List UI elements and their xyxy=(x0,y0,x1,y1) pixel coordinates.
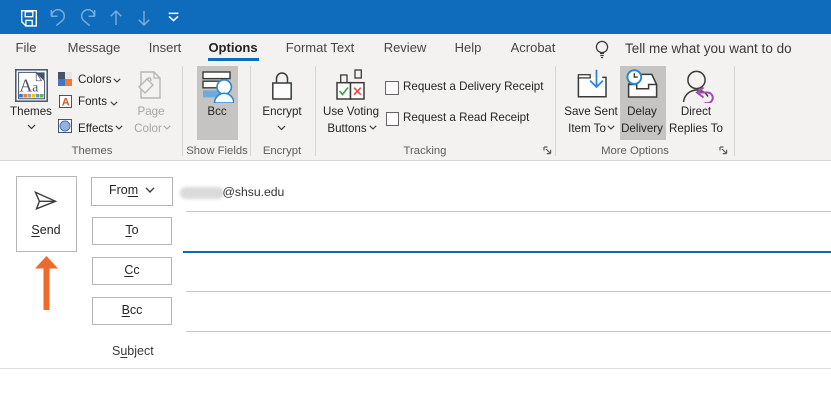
svg-text:A: A xyxy=(19,75,32,95)
svg-text:a: a xyxy=(32,79,38,94)
svg-text:A: A xyxy=(62,97,70,108)
